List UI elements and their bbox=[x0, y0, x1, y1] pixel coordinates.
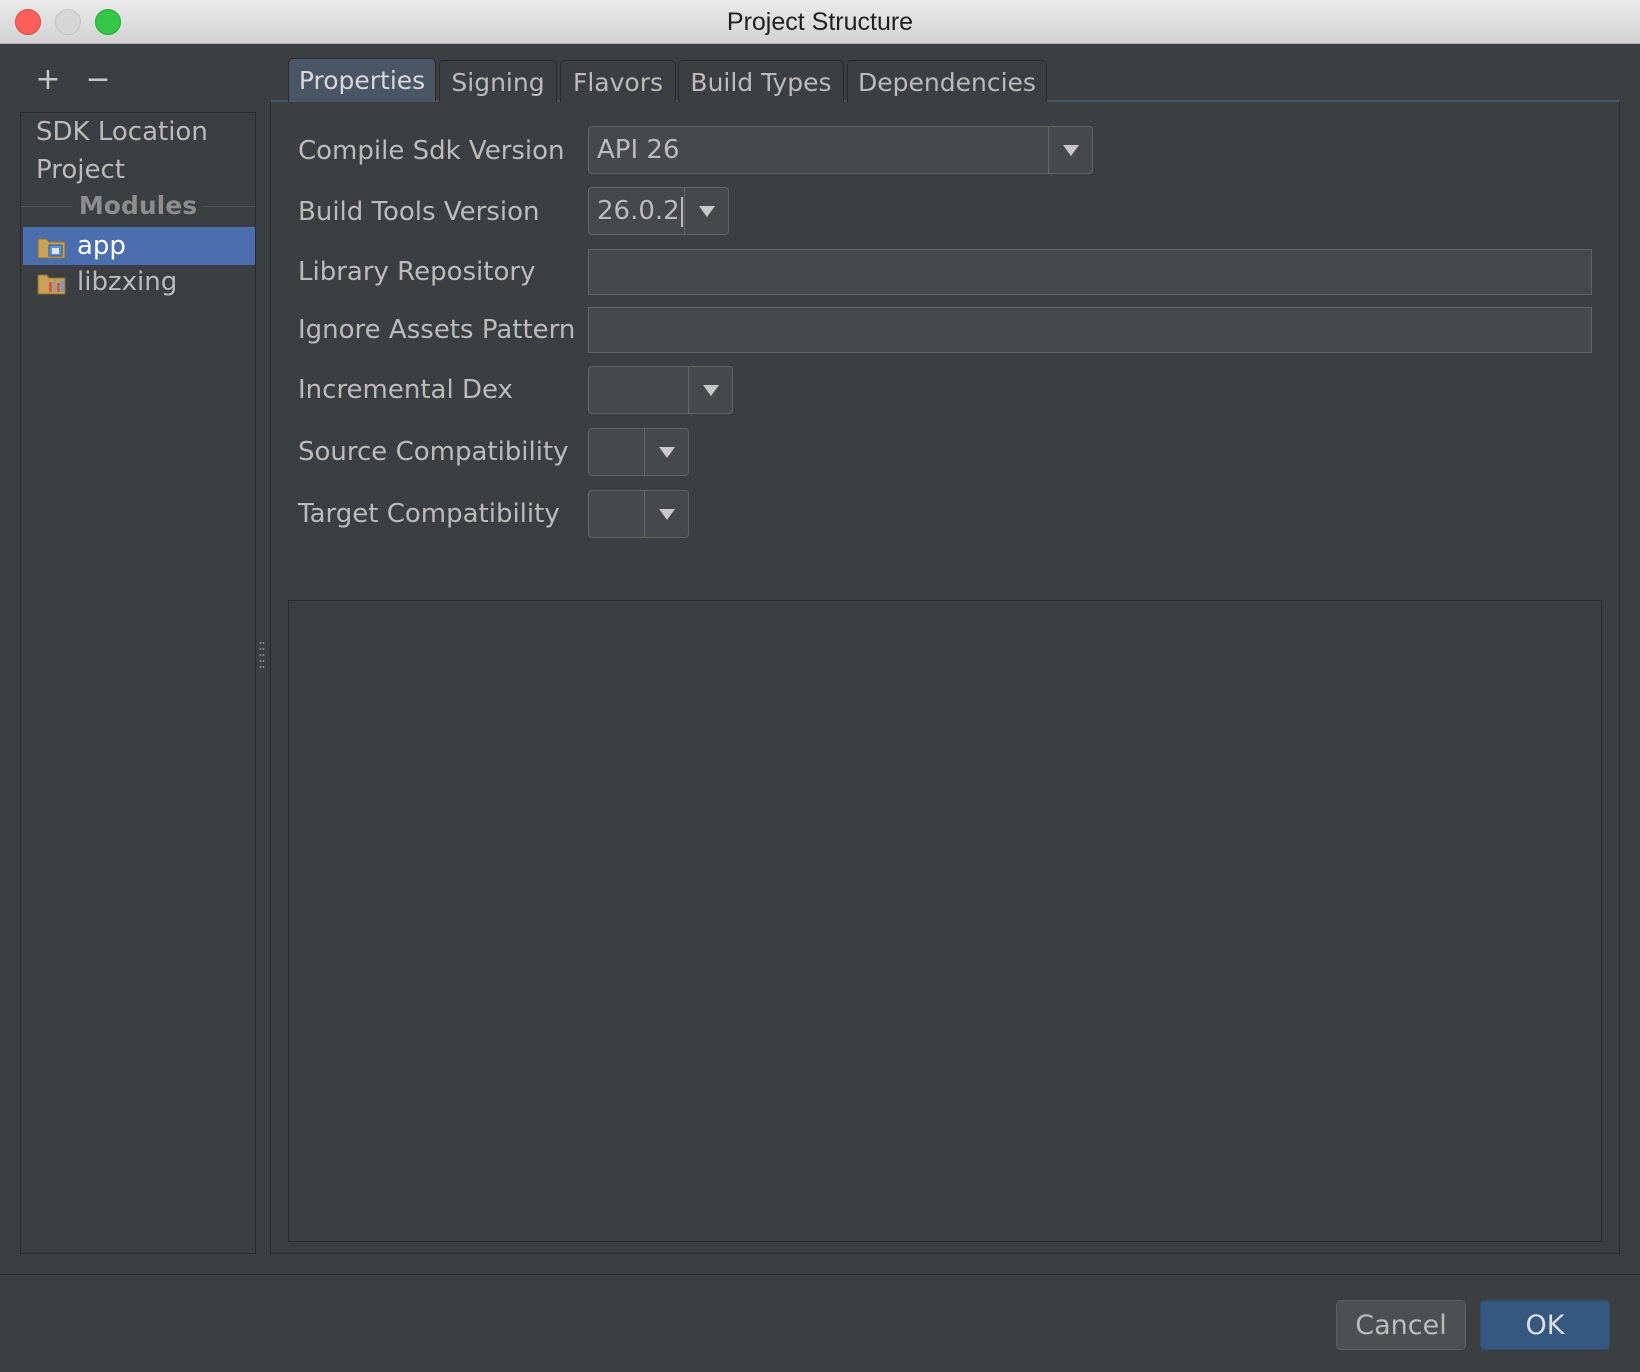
tab-build-types[interactable]: Build Types bbox=[678, 60, 844, 102]
compile-sdk-label: Compile Sdk Version bbox=[298, 136, 565, 166]
window-title: Project Structure bbox=[726, 8, 914, 36]
chevron-down-icon bbox=[659, 509, 675, 520]
ok-button[interactable]: OK bbox=[1480, 1300, 1610, 1350]
build-tools-label: Build Tools Version bbox=[298, 197, 540, 227]
sidebar-item-project[interactable]: Project bbox=[21, 151, 255, 189]
title-bar: Project Structure bbox=[0, 0, 1640, 44]
build-tools-input[interactable]: 26.0.2 bbox=[597, 188, 683, 234]
build-tools-dropdown-button[interactable] bbox=[684, 188, 728, 234]
module-label: app bbox=[77, 231, 126, 261]
module-label: libzxing bbox=[77, 267, 178, 297]
sidebar: SDK Location Project Modules app libzxin… bbox=[20, 112, 256, 1254]
sidebar-item-sdk-location[interactable]: SDK Location bbox=[21, 113, 255, 151]
chevron-down-icon bbox=[659, 447, 675, 458]
source-compatibility-label: Source Compatibility bbox=[298, 437, 569, 467]
source-compatibility-combo[interactable] bbox=[588, 428, 689, 476]
build-tools-combo[interactable]: 26.0.2 bbox=[588, 187, 729, 235]
ignore-assets-pattern-input[interactable] bbox=[588, 307, 1592, 353]
details-panel bbox=[288, 600, 1602, 1242]
source-compatibility-dropdown-button[interactable] bbox=[644, 429, 688, 475]
modules-separator: Modules bbox=[21, 187, 255, 225]
module-item-libzxing[interactable]: libzxing bbox=[23, 263, 255, 301]
library-repository-input[interactable] bbox=[588, 249, 1592, 295]
tab-properties[interactable]: Properties bbox=[288, 58, 436, 102]
chevron-down-icon bbox=[1063, 145, 1079, 156]
compile-sdk-value: API 26 bbox=[597, 135, 680, 165]
target-compatibility-label: Target Compatibility bbox=[298, 499, 560, 529]
library-repository-label: Library Repository bbox=[298, 257, 536, 287]
library-module-folder-icon bbox=[37, 274, 66, 295]
text-caret bbox=[680, 196, 683, 227]
module-item-app[interactable]: app bbox=[23, 227, 255, 265]
tab-dependencies[interactable]: Dependencies bbox=[847, 60, 1047, 102]
target-compatibility-combo[interactable] bbox=[588, 490, 689, 538]
separator-line bbox=[203, 206, 255, 207]
incremental-dex-combo[interactable] bbox=[588, 366, 733, 414]
chevron-down-icon bbox=[699, 206, 715, 217]
ignore-assets-pattern-label: Ignore Assets Pattern bbox=[298, 315, 576, 345]
compile-sdk-combo[interactable]: API 26 bbox=[588, 126, 1093, 174]
splitter-handle[interactable] bbox=[259, 640, 265, 670]
tab-flavors[interactable]: Flavors bbox=[560, 60, 676, 102]
target-compatibility-dropdown-button[interactable] bbox=[644, 491, 688, 537]
tab-signing[interactable]: Signing bbox=[439, 60, 557, 102]
incremental-dex-dropdown-button[interactable] bbox=[688, 367, 732, 413]
incremental-dex-label: Incremental Dex bbox=[298, 375, 513, 405]
cancel-button[interactable]: Cancel bbox=[1336, 1300, 1466, 1350]
add-module-button[interactable]: + bbox=[33, 62, 63, 98]
android-module-folder-icon bbox=[37, 238, 66, 259]
compile-sdk-dropdown-button[interactable] bbox=[1048, 127, 1092, 173]
build-tools-value: 26.0.2 bbox=[597, 196, 680, 226]
chevron-down-icon bbox=[703, 385, 719, 396]
remove-module-button[interactable]: − bbox=[83, 62, 113, 98]
footer-divider bbox=[0, 1274, 1640, 1275]
